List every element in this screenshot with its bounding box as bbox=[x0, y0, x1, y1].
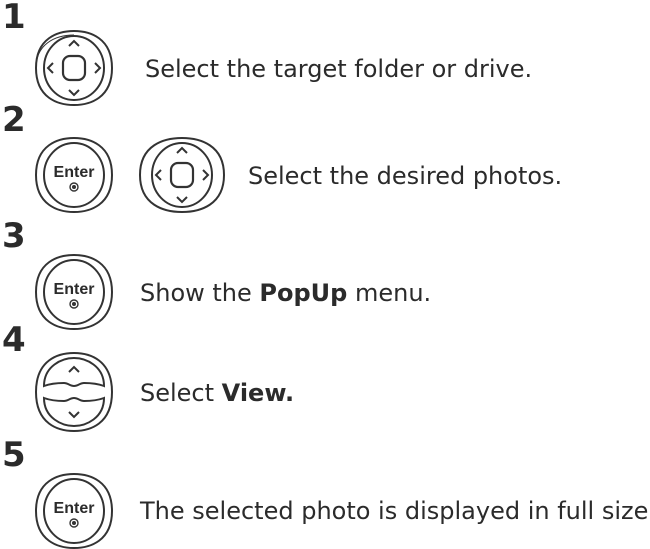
enter-button-icon: Enter bbox=[26, 137, 122, 213]
step-number-1: 1 bbox=[2, 0, 26, 37]
step-5-text: The selected photo is displayed in full … bbox=[140, 497, 650, 525]
step-3-text: Show the PopUp menu. bbox=[140, 279, 431, 307]
step-4-text: Select View. bbox=[140, 379, 294, 407]
enter-button-icon: Enter bbox=[26, 473, 122, 549]
step-number-4: 4 bbox=[2, 320, 26, 360]
step-number-3: 3 bbox=[2, 216, 26, 256]
svg-text:Enter: Enter bbox=[54, 164, 95, 181]
step-4-text-bold: View. bbox=[221, 379, 295, 407]
step-3-text-bold: PopUp bbox=[259, 279, 348, 307]
navigation-pad-icon bbox=[128, 137, 236, 213]
up-down-button-icon bbox=[26, 352, 122, 432]
step-3-text-after: menu. bbox=[347, 279, 432, 307]
step-2-text: Select the desired photos. bbox=[248, 162, 563, 190]
step-3-text-before: Show the bbox=[140, 279, 260, 307]
step-number-5: 5 bbox=[2, 435, 26, 475]
navigation-pad-icon bbox=[26, 30, 122, 106]
step-4-text-before: Select bbox=[140, 379, 222, 407]
enter-button-icon: Enter bbox=[26, 254, 122, 330]
svg-text:Enter: Enter bbox=[54, 500, 95, 517]
svg-text:Enter: Enter bbox=[54, 281, 95, 298]
step-1-text: Select the target folder or drive. bbox=[145, 55, 533, 83]
step-number-2: 2 bbox=[2, 100, 26, 140]
